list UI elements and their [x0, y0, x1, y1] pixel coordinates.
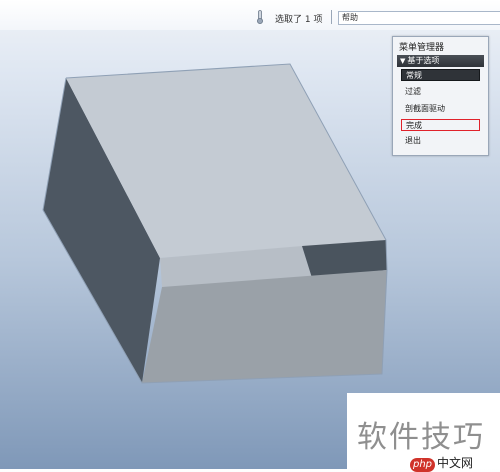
menu-manager-title: 菜单管理器 [399, 43, 445, 53]
menu-group-label: 基于选项 [407, 56, 440, 65]
php-logo: php 中文网 [410, 452, 474, 472]
menu-group-header[interactable]: ▼ 基于选项 [397, 55, 484, 67]
logo-php-badge: php [410, 458, 436, 472]
watermark-text: 软件技巧 [357, 420, 485, 455]
logo-cn-text: 中文网 [437, 456, 474, 470]
box-front-face [142, 270, 387, 383]
menu-item-quit[interactable]: 退出 [401, 135, 480, 147]
menu-manager-panel: 菜单管理器 ▼ 基于选项 常规 过滤 剖截面驱动 完成 退出 [392, 36, 489, 156]
menu-item-general[interactable]: 常规 [401, 69, 480, 81]
menu-item-done[interactable]: 完成 [401, 119, 480, 131]
menu-item-filter[interactable]: 过滤 [401, 86, 480, 98]
menu-item-section-drive[interactable]: 剖截面驱动 [401, 103, 480, 115]
triangle-down-icon: ▼ [400, 57, 406, 65]
